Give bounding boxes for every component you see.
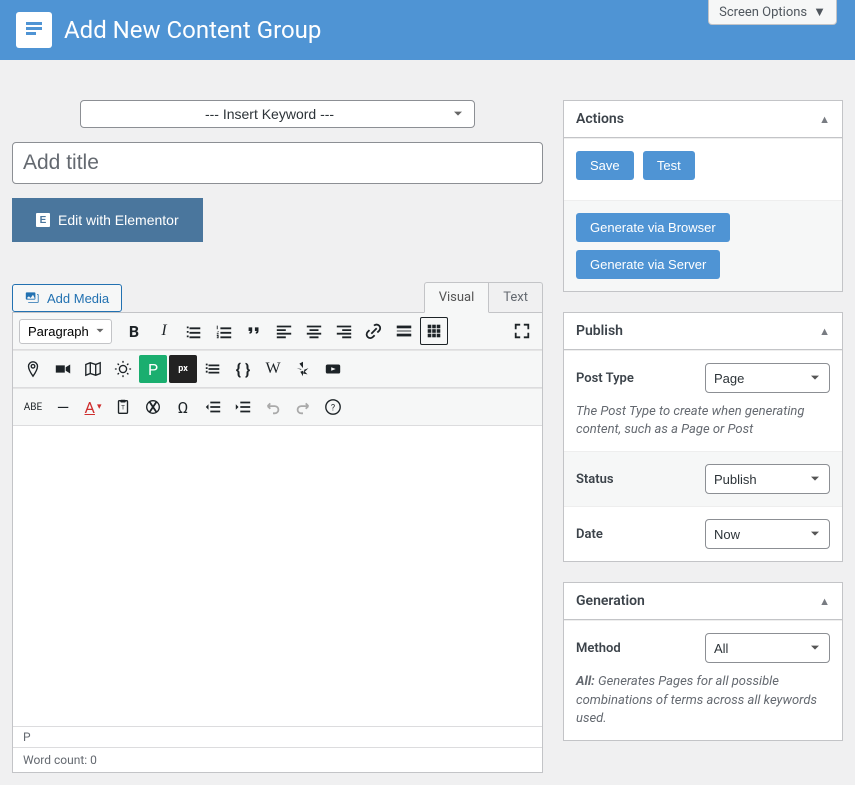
code-icon[interactable]: { }	[229, 355, 257, 383]
weather-icon[interactable]	[109, 355, 137, 383]
toolbar-toggle-icon[interactable]	[420, 317, 448, 345]
screen-options-label: Screen Options	[719, 5, 807, 20]
svg-text:?: ?	[331, 404, 335, 414]
screen-options-toggle[interactable]: Screen Options ▼	[708, 0, 837, 25]
media-icon	[25, 290, 41, 306]
block-format-select[interactable]: Paragraph	[19, 319, 112, 344]
special-character-icon[interactable]: Ω	[169, 393, 197, 421]
video-directions-icon[interactable]	[49, 355, 77, 383]
bold-icon[interactable]: B	[120, 317, 148, 345]
align-center-icon[interactable]	[300, 317, 328, 345]
numbered-list-icon[interactable]	[210, 317, 238, 345]
editor-content-area[interactable]	[13, 426, 542, 726]
title-input[interactable]	[12, 142, 543, 184]
actions-metabox-header[interactable]: Actions ▲	[564, 101, 842, 138]
edit-with-elementor-button[interactable]: E Edit with Elementor	[12, 198, 203, 242]
pexels-icon[interactable]: P	[139, 355, 167, 383]
page-header-icon	[16, 12, 52, 48]
fullscreen-icon[interactable]	[508, 317, 536, 345]
date-label: Date	[576, 527, 603, 542]
editor-mode-tabs: Visual Text	[424, 282, 543, 312]
generation-metabox-header[interactable]: Generation ▲	[564, 583, 842, 620]
save-button[interactable]: Save	[576, 151, 634, 180]
generate-via-server-button[interactable]: Generate via Server	[576, 250, 720, 279]
method-select[interactable]: All	[705, 633, 830, 663]
redo-icon[interactable]	[289, 393, 317, 421]
svg-text:T: T	[121, 404, 125, 412]
blockquote-icon[interactable]	[240, 317, 268, 345]
tab-text[interactable]: Text	[489, 282, 543, 312]
page-header: Add New Content Group Screen Options ▼	[0, 0, 855, 60]
add-media-button[interactable]: Add Media	[12, 284, 122, 312]
wikipedia-icon[interactable]: W	[259, 355, 287, 383]
youtube-icon[interactable]	[319, 355, 347, 383]
post-type-label: Post Type	[576, 371, 634, 386]
editor-toolbar-row2: P px { } W	[13, 350, 542, 388]
indent-icon[interactable]	[229, 393, 257, 421]
editor: Paragraph B I P px	[12, 312, 543, 773]
map-pin-icon[interactable]	[19, 355, 47, 383]
post-type-help: The Post Type to create when generating …	[576, 403, 830, 439]
outdent-icon[interactable]	[199, 393, 227, 421]
horizontal-rule-icon[interactable]: —	[49, 393, 77, 421]
text-color-icon[interactable]: A▾	[79, 393, 107, 421]
chevron-down-icon: ▼	[813, 4, 826, 20]
insert-more-icon[interactable]	[390, 317, 418, 345]
word-count: Word count: 0	[13, 748, 542, 772]
chevron-up-icon: ▲	[819, 325, 830, 338]
align-right-icon[interactable]	[330, 317, 358, 345]
page-title: Add New Content Group	[64, 16, 321, 44]
undo-icon[interactable]	[259, 393, 287, 421]
method-help: All: Generates Pages for all possible co…	[576, 673, 830, 728]
publish-metabox: Publish ▲ Post Type Page The Post Type t…	[563, 312, 843, 562]
map-icon[interactable]	[79, 355, 107, 383]
strikethrough-icon[interactable]: ABE	[19, 393, 47, 421]
actions-metabox: Actions ▲ Save Test Generate via Browser…	[563, 100, 843, 292]
pixabay-icon[interactable]: px	[169, 355, 197, 383]
related-links-icon[interactable]	[199, 355, 227, 383]
align-left-icon[interactable]	[270, 317, 298, 345]
bulleted-list-icon[interactable]	[180, 317, 208, 345]
clear-formatting-icon[interactable]	[139, 393, 167, 421]
insert-keyword-select[interactable]: --- Insert Keyword ---	[80, 100, 475, 128]
method-label: Method	[576, 641, 621, 656]
status-select[interactable]: Publish	[705, 464, 830, 494]
post-type-select[interactable]: Page	[705, 363, 830, 393]
elementor-icon: E	[36, 213, 50, 227]
editor-toolbar-row1: Paragraph B I	[13, 313, 542, 350]
publish-metabox-header[interactable]: Publish ▲	[564, 313, 842, 350]
chevron-up-icon: ▲	[819, 113, 830, 126]
editor-breadcrumb[interactable]: P	[13, 727, 542, 748]
generation-metabox: Generation ▲ Method All All: Generates P…	[563, 582, 843, 741]
paste-text-icon[interactable]: T	[109, 393, 137, 421]
yelp-icon[interactable]	[289, 355, 317, 383]
help-icon[interactable]: ?	[319, 393, 347, 421]
test-button[interactable]: Test	[643, 151, 695, 180]
link-icon[interactable]	[360, 317, 388, 345]
chevron-up-icon: ▲	[819, 595, 830, 608]
status-label: Status	[576, 472, 614, 487]
italic-icon[interactable]: I	[150, 317, 178, 345]
date-select[interactable]: Now	[705, 519, 830, 549]
tab-visual[interactable]: Visual	[424, 282, 490, 313]
editor-toolbar-row3: ABE — A▾ T Ω ?	[13, 388, 542, 426]
generate-via-browser-button[interactable]: Generate via Browser	[576, 213, 730, 242]
